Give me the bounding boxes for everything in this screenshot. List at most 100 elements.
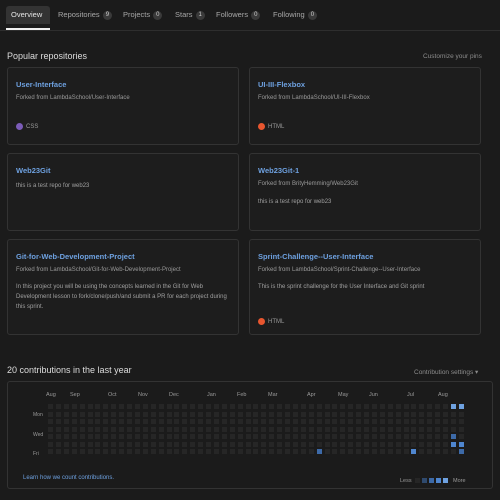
contribution-day-cell[interactable] bbox=[348, 449, 354, 454]
contribution-day-cell[interactable] bbox=[79, 404, 85, 409]
contribution-day-cell[interactable] bbox=[63, 411, 69, 417]
contribution-day-cell[interactable] bbox=[213, 404, 219, 409]
contribution-day-cell[interactable] bbox=[435, 449, 441, 454]
contribution-day-cell[interactable] bbox=[443, 411, 448, 417]
contribution-day-cell[interactable] bbox=[237, 419, 243, 424]
contribution-day-cell[interactable] bbox=[300, 449, 306, 454]
contribution-day-cell[interactable] bbox=[419, 449, 425, 454]
contribution-day-cell[interactable] bbox=[332, 404, 338, 409]
contribution-day-cell[interactable] bbox=[332, 434, 338, 439]
contribution-day-cell[interactable] bbox=[340, 434, 346, 439]
contribution-day-cell[interactable] bbox=[356, 441, 362, 447]
contribution-day-cell[interactable] bbox=[245, 419, 251, 424]
contribution-day-cell[interactable] bbox=[332, 411, 338, 417]
contribution-day-cell[interactable] bbox=[182, 441, 188, 447]
contribution-day-cell[interactable] bbox=[387, 419, 393, 424]
contribution-day-cell[interactable] bbox=[245, 411, 251, 417]
contribution-day-cell[interactable] bbox=[277, 404, 283, 409]
contribution-day-cell[interactable] bbox=[103, 426, 109, 432]
contribution-day-cell[interactable] bbox=[253, 419, 259, 424]
contribution-day-cell[interactable] bbox=[379, 449, 385, 454]
contribution-day-cell[interactable] bbox=[79, 434, 85, 439]
contribution-day-cell[interactable] bbox=[166, 449, 172, 454]
contribution-day-cell[interactable] bbox=[379, 441, 385, 447]
contribution-day-cell[interactable] bbox=[324, 411, 330, 417]
contribution-day-cell[interactable] bbox=[190, 449, 196, 454]
contribution-day-cell[interactable] bbox=[292, 441, 298, 447]
contribution-day-cell[interactable] bbox=[348, 411, 354, 417]
contribution-day-cell[interactable] bbox=[324, 434, 330, 439]
contribution-day-cell[interactable] bbox=[79, 419, 85, 424]
contribution-day-cell[interactable] bbox=[277, 449, 283, 454]
contribution-day-cell[interactable] bbox=[285, 434, 290, 439]
contribution-day-cell[interactable] bbox=[364, 426, 369, 432]
contribution-day-cell[interactable] bbox=[87, 411, 93, 417]
contribution-day-cell[interactable] bbox=[348, 434, 354, 439]
contribution-day-cell[interactable] bbox=[261, 411, 267, 417]
contribution-day-cell[interactable] bbox=[87, 426, 93, 432]
contribution-day-cell[interactable] bbox=[435, 404, 441, 409]
contribution-day-cell[interactable] bbox=[450, 411, 456, 417]
contribution-day-cell[interactable] bbox=[458, 449, 464, 454]
contribution-day-cell[interactable] bbox=[364, 449, 369, 454]
contribution-day-cell[interactable] bbox=[450, 419, 456, 424]
contribution-day-cell[interactable] bbox=[166, 404, 172, 409]
contribution-day-cell[interactable] bbox=[119, 441, 125, 447]
contribution-day-cell[interactable] bbox=[387, 426, 393, 432]
contribution-day-cell[interactable] bbox=[403, 411, 409, 417]
contribution-day-cell[interactable] bbox=[142, 449, 148, 454]
contribution-day-cell[interactable] bbox=[387, 449, 393, 454]
contribution-day-cell[interactable] bbox=[269, 434, 275, 439]
contribution-day-cell[interactable] bbox=[340, 449, 346, 454]
contribution-day-cell[interactable] bbox=[198, 441, 204, 447]
contribution-day-cell[interactable] bbox=[103, 449, 109, 454]
contribution-day-cell[interactable] bbox=[411, 404, 417, 409]
contribution-day-cell[interactable] bbox=[55, 449, 61, 454]
contribution-day-cell[interactable] bbox=[103, 404, 109, 409]
contribution-day-cell[interactable] bbox=[324, 426, 330, 432]
contribution-day-cell[interactable] bbox=[87, 434, 93, 439]
contribution-day-cell[interactable] bbox=[237, 426, 243, 432]
contribution-day-cell[interactable] bbox=[458, 426, 464, 432]
contribution-day-cell[interactable] bbox=[55, 411, 61, 417]
contribution-day-cell[interactable] bbox=[316, 404, 322, 409]
contribution-day-cell[interactable] bbox=[261, 404, 267, 409]
contribution-day-cell[interactable] bbox=[443, 419, 448, 424]
contribution-day-cell[interactable] bbox=[379, 434, 385, 439]
contribution-day-cell[interactable] bbox=[190, 411, 196, 417]
repo-name-link[interactable]: Web23Git-1 bbox=[258, 166, 299, 175]
contribution-day-cell[interactable] bbox=[174, 434, 180, 439]
contribution-day-cell[interactable] bbox=[229, 441, 235, 447]
contribution-day-cell[interactable] bbox=[71, 419, 77, 424]
contribution-day-cell[interactable] bbox=[458, 419, 464, 424]
contribution-day-cell[interactable] bbox=[253, 434, 259, 439]
contribution-day-cell[interactable] bbox=[387, 434, 393, 439]
repo-name-link[interactable]: Git-for-Web-Development-Project bbox=[16, 252, 135, 261]
contribution-day-cell[interactable] bbox=[403, 404, 409, 409]
contribution-day-cell[interactable] bbox=[403, 419, 409, 424]
contribution-day-cell[interactable] bbox=[245, 441, 251, 447]
contribution-day-cell[interactable] bbox=[253, 449, 259, 454]
contribution-day-cell[interactable] bbox=[371, 404, 377, 409]
contribution-settings-dropdown[interactable]: Contribution settings ▾ bbox=[414, 368, 478, 376]
contribution-day-cell[interactable] bbox=[237, 411, 243, 417]
contribution-day-cell[interactable] bbox=[285, 441, 290, 447]
contribution-day-cell[interactable] bbox=[458, 441, 464, 447]
contribution-day-cell[interactable] bbox=[166, 434, 172, 439]
contribution-day-cell[interactable] bbox=[300, 441, 306, 447]
contribution-day-cell[interactable] bbox=[277, 434, 283, 439]
contribution-day-cell[interactable] bbox=[55, 426, 61, 432]
contribution-day-cell[interactable] bbox=[206, 426, 211, 432]
contribution-day-cell[interactable] bbox=[340, 419, 346, 424]
contribution-day-cell[interactable] bbox=[71, 426, 77, 432]
contribution-day-cell[interactable] bbox=[221, 441, 227, 447]
contribution-day-cell[interactable] bbox=[458, 434, 464, 439]
contribution-day-cell[interactable] bbox=[403, 449, 409, 454]
contribution-day-cell[interactable] bbox=[308, 426, 314, 432]
repo-name-link[interactable]: Sprint-Challenge--User-Interface bbox=[258, 252, 373, 261]
contribution-day-cell[interactable] bbox=[213, 419, 219, 424]
tab-followers[interactable]: Followers 0 bbox=[216, 6, 261, 24]
contribution-day-cell[interactable] bbox=[395, 449, 401, 454]
contribution-day-cell[interactable] bbox=[371, 441, 377, 447]
contribution-day-cell[interactable] bbox=[182, 426, 188, 432]
